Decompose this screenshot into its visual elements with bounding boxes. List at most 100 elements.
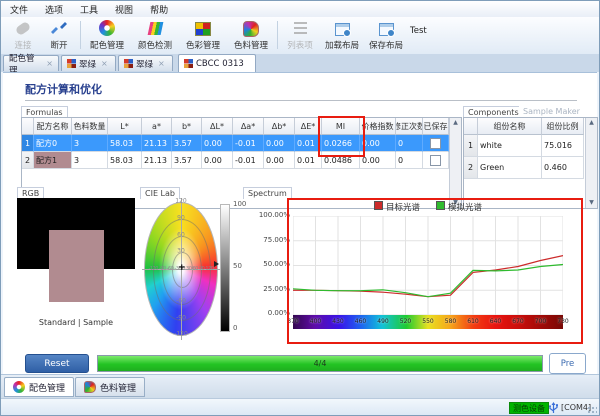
menu-tools[interactable]: 工具 [80,3,98,16]
list-icon [294,22,307,34]
formulas-scrollbar[interactable]: ▲ ▼ [449,118,461,208]
connect-label: 连接 [14,39,31,51]
disconnect-button[interactable]: 断开 [43,19,75,52]
col-header[interactable]: a* [142,118,172,135]
x-tick-label: 520 [400,315,411,329]
close-icon[interactable]: × [158,59,165,68]
dock-tab-color-matching[interactable]: 配色管理 [4,377,74,397]
menu-options[interactable]: 选项 [45,3,63,16]
save-layout-button[interactable]: 保存布局 [365,19,407,52]
lightness-tick: 50 [233,262,242,270]
y-tick-label: 75.00% [250,236,290,244]
col-header[interactable]: 价格指数 [360,118,396,135]
saved-checkbox[interactable] [430,138,441,149]
close-icon[interactable]: × [46,59,53,68]
row-number: 2 [464,157,478,179]
status-bar: 测色设备 [COM4] [1,398,599,416]
disconnect-label: 断开 [50,39,67,51]
col-header[interactable]: b* [172,118,202,135]
col-header[interactable]: 组份名称 [478,118,542,135]
spectrum-legend: 目标光谱 模拟光谱 [293,201,563,213]
cell: 21.13 [142,152,172,169]
legend-label: 目标光谱 [386,203,420,213]
col-header[interactable]: 修正次数 [396,118,423,135]
menu-view[interactable]: 视图 [115,3,133,16]
sample-maker-tab[interactable]: Sample Maker [519,106,584,117]
tab-cbcc-0313[interactable]: CBCC 0313 [178,54,256,72]
color-detect-icon [147,22,163,35]
spectrum-panel-label: Spectrum [243,187,292,199]
col-header[interactable]: Δb* [264,118,295,135]
menu-help[interactable]: 帮助 [150,3,168,16]
dock-tab-label: 配色管理 [29,381,65,394]
col-header[interactable]: 配方名称 [34,118,72,135]
x-tick-label: 670 [512,315,523,329]
color-manage-button[interactable]: 色彩管理 [181,19,225,52]
b-axis-tick: -90 [176,315,186,322]
x-tick-label: 610 [467,315,478,329]
legend-label: 模拟光谱 [448,203,482,213]
cell: 3 [72,152,108,169]
toolbar-separator [277,21,278,49]
cell: 0.00 [264,135,295,152]
connect-button[interactable]: 连接 [7,19,39,52]
pre-button[interactable]: Pre [549,353,586,374]
components-scrollbar[interactable]: ▲ ▼ [585,118,597,208]
lightness-bar [220,204,230,332]
col-header[interactable]: 已保存 [423,118,449,135]
list-items-button[interactable]: 列表项 [282,19,318,52]
table-row[interactable]: 2 Green 0.460 [464,157,597,179]
sample-swatch [49,230,104,302]
col-header[interactable]: 色料数量 [72,118,108,135]
lightness-tick: 0 [233,324,237,332]
row-number: 1 [22,135,34,152]
dock-tab-label: 色料管理 [100,381,136,394]
x-tick-label: 700 [535,315,546,329]
menu-file[interactable]: 文件 [10,3,28,16]
col-header[interactable]: MI [322,118,360,135]
col-header[interactable]: 组份比例 [542,118,584,135]
color-doc-icon [124,59,133,68]
table-row[interactable]: 2 配方1 3 58.03 21.13 3.57 0.00 -0.01 0.00… [22,152,461,169]
table-row[interactable]: 1 配方0 3 58.03 21.13 3.57 0.00 -0.01 0.00… [22,135,461,152]
resize-grip[interactable] [587,406,597,416]
load-layout-button[interactable]: 加载布局 [321,19,363,52]
colorant-manage-button[interactable]: 色料管理 [229,19,273,52]
reset-button[interactable]: Reset [25,354,89,373]
dock-tab-colorant-manage[interactable]: 色料管理 [75,377,145,397]
cell: 0.00 [360,135,396,152]
col-header[interactable]: L* [108,118,142,135]
connect-icon [15,21,32,36]
simulated-series-swatch [436,201,445,210]
dock-tab-bar: 配色管理 色料管理 [1,374,599,399]
scroll-down-icon[interactable]: ▼ [589,198,594,208]
cielab-panel-label: CIE Lab [140,187,180,199]
saved-checkbox[interactable] [430,155,441,166]
tab-emerald-2[interactable]: 翠绿 × [118,55,173,71]
close-icon[interactable]: × [101,59,108,68]
tab-color-matching[interactable]: 配色管理 × [3,55,59,71]
cell: 3.57 [172,152,202,169]
color-matching-button[interactable]: 配色管理 [85,19,129,52]
saved-cell [423,152,449,169]
divider [25,100,577,101]
cell: -0.01 [233,152,264,169]
lightness-slider-handle[interactable] [214,261,219,267]
spectrum-chart [293,216,563,315]
color-detect-button[interactable]: 颜色检测 [133,19,177,52]
saved-cell [423,135,449,152]
col-header[interactable]: Δa* [233,118,264,135]
color-wheel-icon [13,381,25,393]
legend-item-target: 目标光谱 [374,201,420,213]
scroll-up-icon[interactable]: ▲ [453,118,458,128]
x-tick-label: 640 [490,315,501,329]
table-row[interactable]: 1 white 75.016 [464,135,597,157]
scroll-up-icon[interactable]: ▲ [589,118,594,128]
tab-emerald-1[interactable]: 翠绿 × [61,55,116,71]
page-content: 配方计算和优化 Formulas 配方名称 色料数量 L* a* b* ΔL* … [3,72,597,375]
col-header[interactable]: ΔL* [202,118,233,135]
cell: -0.01 [233,135,264,152]
x-tick-label: 490 [377,315,388,329]
cell: 0.00 [202,152,233,169]
col-header[interactable]: ΔE* [295,118,322,135]
